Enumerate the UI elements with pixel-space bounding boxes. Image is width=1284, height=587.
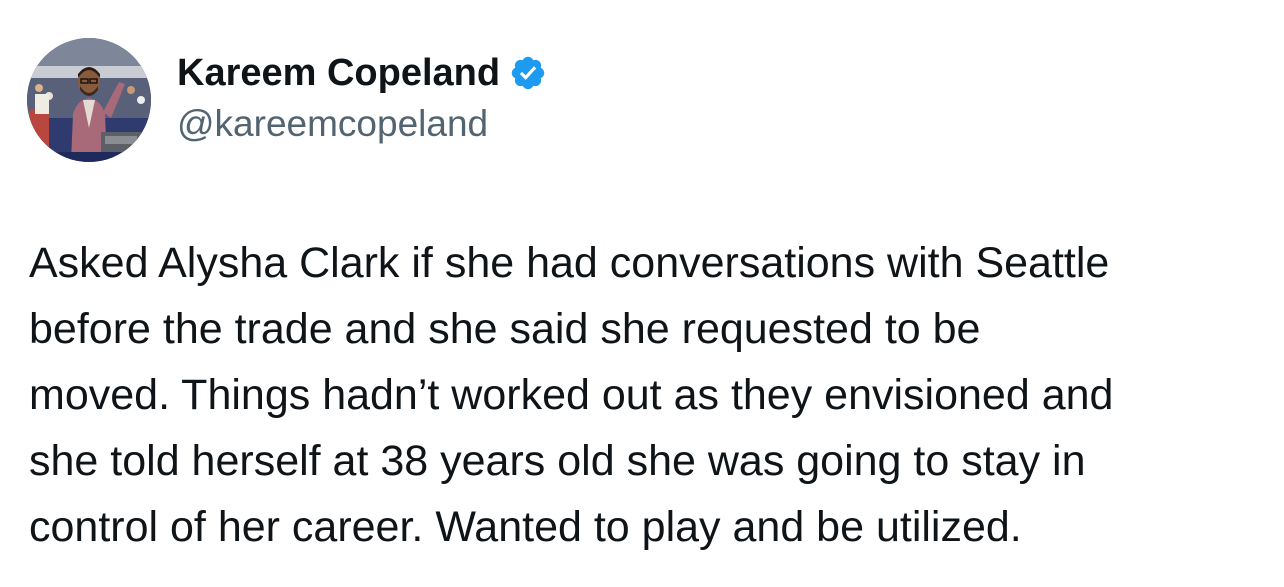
- author-display-name[interactable]: Kareem Copeland: [177, 49, 500, 97]
- author-avatar[interactable]: [27, 38, 151, 162]
- author-name-row[interactable]: Kareem Copeland: [177, 49, 547, 97]
- avatar-photo-icon: [27, 38, 151, 162]
- tweet-card: Kareem Copeland @kareemcopeland Asked Al…: [0, 0, 1284, 587]
- verified-badge-icon: [509, 54, 547, 92]
- tweet-text-line: moved. Things hadn’t worked out as they …: [29, 371, 1114, 419]
- tweet-text: Asked Alysha Clark if she had conversati…: [29, 230, 1269, 560]
- tweet-text-line: Asked Alysha Clark if she had conversati…: [29, 239, 1110, 287]
- tweet-text-line: she told herself at 38 years old she was…: [29, 437, 1086, 485]
- author-handle[interactable]: @kareemcopeland: [177, 101, 488, 147]
- tweet-text-line: before the trade and she said she reques…: [29, 305, 981, 353]
- tweet-text-line: control of her career. Wanted to play an…: [29, 503, 1022, 551]
